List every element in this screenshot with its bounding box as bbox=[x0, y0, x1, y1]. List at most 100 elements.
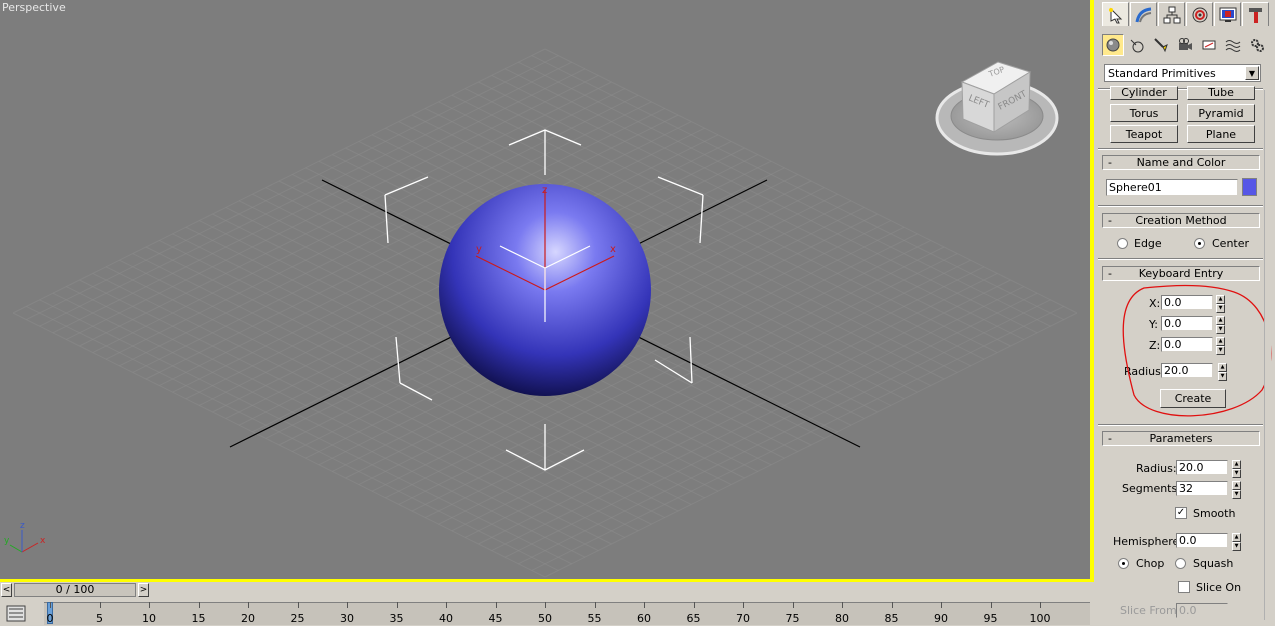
slice-from-field[interactable]: 0.0 bbox=[1176, 603, 1228, 618]
tripod-x-label: x bbox=[40, 536, 46, 546]
segments-field[interactable]: 32 bbox=[1176, 481, 1228, 496]
slice-on-label: Slice On bbox=[1196, 581, 1242, 594]
segments-spinner[interactable]: ▲ ▼ bbox=[1232, 481, 1241, 499]
cameras-button[interactable] bbox=[1174, 34, 1196, 56]
ruler-tick bbox=[743, 602, 744, 608]
tube-button[interactable]: Tube bbox=[1187, 86, 1255, 100]
pyramid-button[interactable]: Pyramid bbox=[1187, 104, 1255, 122]
time-slider-thumb[interactable]: 0 / 100 bbox=[14, 583, 136, 597]
gizmo-y-label: y bbox=[476, 244, 482, 255]
edge-label: Edge bbox=[1134, 237, 1162, 250]
create-tab[interactable] bbox=[1102, 2, 1129, 26]
creation-method-rollout[interactable]: - Creation Method bbox=[1102, 213, 1260, 228]
modify-tab[interactable] bbox=[1130, 2, 1157, 26]
helpers-icon bbox=[1202, 40, 1216, 50]
perspective-viewport[interactable]: y x z TOP LEFT FRONT x y z Perspective bbox=[0, 0, 1090, 580]
next-frame-button[interactable]: > bbox=[138, 583, 149, 597]
parameters-rollout[interactable]: - Parameters bbox=[1102, 431, 1260, 446]
keyboard-entry-rollout[interactable]: - Keyboard Entry bbox=[1102, 266, 1260, 281]
ruler-tick bbox=[693, 602, 695, 608]
utilities-icon bbox=[1248, 7, 1262, 23]
rollout-title: Name and Color bbox=[1136, 156, 1226, 169]
chop-label: Chop bbox=[1136, 557, 1165, 570]
gizmo-z-label: z bbox=[542, 185, 547, 196]
name-and-color-rollout[interactable]: - Name and Color bbox=[1102, 155, 1260, 170]
hemisphere-field[interactable]: 0.0 bbox=[1176, 533, 1228, 548]
ruler-tick-label: 45 bbox=[488, 612, 503, 625]
torus-button[interactable]: Torus bbox=[1110, 104, 1178, 122]
geometry-button[interactable] bbox=[1102, 34, 1124, 56]
lights-icon bbox=[1154, 38, 1168, 53]
ruler-tick bbox=[50, 602, 51, 608]
ruler-tick bbox=[891, 602, 893, 608]
ruler-tick bbox=[792, 602, 794, 608]
ruler-tick-label: 100 bbox=[1029, 612, 1051, 625]
separator bbox=[1098, 148, 1263, 150]
utilities-tab[interactable] bbox=[1242, 2, 1269, 26]
create-subcategories bbox=[1102, 34, 1268, 56]
ruler-tick bbox=[495, 602, 497, 608]
motion-icon bbox=[1192, 7, 1207, 22]
shapes-button[interactable] bbox=[1126, 34, 1148, 56]
ruler-tick bbox=[644, 602, 645, 608]
display-icon bbox=[1219, 7, 1236, 22]
squash-radio[interactable] bbox=[1175, 558, 1186, 569]
panel-scrollbar[interactable] bbox=[1264, 90, 1271, 620]
ruler-tick bbox=[248, 602, 249, 608]
motion-tab[interactable] bbox=[1186, 2, 1213, 26]
ruler-tick bbox=[545, 602, 546, 608]
chevron-down-icon[interactable]: ▼ bbox=[1245, 66, 1259, 80]
radius-label: Radius: bbox=[1136, 462, 1177, 475]
plane-button[interactable]: Plane bbox=[1187, 125, 1255, 143]
systems-button[interactable] bbox=[1246, 34, 1268, 56]
cylinder-button[interactable]: Cylinder bbox=[1110, 86, 1178, 100]
smooth-checkbox[interactable]: ✓ bbox=[1175, 507, 1187, 519]
ruler-tick-label: 55 bbox=[587, 612, 602, 625]
display-tab[interactable] bbox=[1214, 2, 1241, 26]
time-slider[interactable]: < 0 / 100 > bbox=[0, 582, 1094, 598]
ruler-tick-label: 75 bbox=[785, 612, 800, 625]
tripod-z-label: z bbox=[20, 521, 25, 531]
ruler-tick bbox=[396, 602, 398, 608]
command-panel: Standard Primitives ▼ Cylinder Tube Toru… bbox=[1094, 0, 1275, 626]
hierarchy-tab[interactable] bbox=[1158, 2, 1185, 26]
prev-frame-button[interactable]: < bbox=[1, 583, 12, 597]
ruler-tick bbox=[446, 602, 447, 608]
object-color-swatch[interactable] bbox=[1242, 178, 1257, 196]
object-name-field[interactable]: Sphere01 bbox=[1106, 179, 1238, 196]
chop-radio[interactable] bbox=[1118, 558, 1129, 569]
lights-button[interactable] bbox=[1150, 34, 1172, 56]
red-annotation-circle bbox=[1122, 284, 1272, 417]
radius-spinner[interactable]: ▲ ▼ bbox=[1232, 460, 1241, 478]
squash-label: Squash bbox=[1193, 557, 1234, 570]
ruler-tick bbox=[297, 602, 299, 608]
ruler-tick-label: 70 bbox=[736, 612, 750, 625]
radius-field[interactable]: 20.0 bbox=[1176, 460, 1228, 475]
rollout-title: Keyboard Entry bbox=[1138, 267, 1224, 280]
spacewarps-button[interactable] bbox=[1222, 34, 1244, 56]
ruler-tick-label: 95 bbox=[983, 612, 998, 625]
slice-on-checkbox[interactable] bbox=[1178, 581, 1190, 593]
teapot-button[interactable]: Teapot bbox=[1110, 125, 1178, 143]
cameras-icon bbox=[1179, 38, 1192, 50]
ruler-tick-label: 50 bbox=[538, 612, 552, 625]
geometry-icon bbox=[1106, 38, 1120, 52]
edge-radio[interactable] bbox=[1117, 238, 1128, 249]
track-bar[interactable]: 0 5 10 15 20 25 30 35 40 45 50 55 60 65 70 75 80 85 90 95 10… bbox=[0, 598, 1094, 626]
ruler-tick-label: 65 bbox=[686, 612, 701, 625]
ruler-tick-label: 5 bbox=[96, 612, 103, 625]
center-radio[interactable] bbox=[1194, 238, 1205, 249]
systems-icon bbox=[1251, 39, 1264, 52]
ruler-tick-label: 30 bbox=[340, 612, 354, 625]
shapes-icon bbox=[1130, 39, 1144, 53]
ruler-tick bbox=[99, 602, 101, 608]
viewport-label[interactable]: Perspective bbox=[2, 1, 66, 14]
helpers-button[interactable] bbox=[1198, 34, 1220, 56]
rollout-title: Parameters bbox=[1149, 432, 1213, 445]
viewcube[interactable]: TOP LEFT FRONT bbox=[935, 61, 1059, 156]
spacewarps-icon bbox=[1225, 40, 1241, 52]
curve-editor-icon[interactable] bbox=[6, 605, 28, 623]
hemisphere-spinner[interactable]: ▲ ▼ bbox=[1232, 533, 1241, 551]
category-dropdown[interactable]: Standard Primitives ▼ bbox=[1104, 64, 1261, 82]
ruler-tick bbox=[347, 602, 348, 608]
